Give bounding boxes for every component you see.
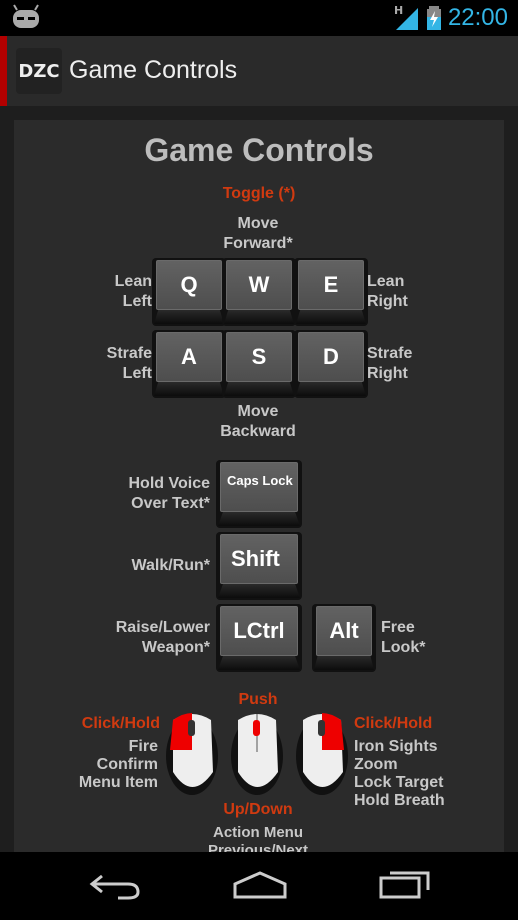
status-bar: H 22:00: [0, 0, 518, 36]
page-title: Game Controls: [144, 132, 374, 168]
recent-apps-icon[interactable]: [378, 868, 432, 900]
mouse-left-click-icon: [166, 713, 218, 795]
left-click-actions: Fire Confirm Menu Item: [78, 738, 158, 791]
back-icon[interactable]: [88, 872, 142, 900]
action-bar-marker: [0, 36, 7, 106]
key-d[interactable]: D: [294, 330, 368, 398]
key-q[interactable]: Q: [152, 258, 226, 326]
toggle-note: Toggle (*): [222, 185, 296, 202]
wheel-push-title: Push: [238, 691, 278, 708]
mouse-wheel-icon: [231, 714, 283, 795]
label-strafe-right: Strafe Right: [367, 345, 413, 382]
left-click-title: Click/Hold: [81, 715, 160, 732]
app-title: Game Controls: [69, 56, 238, 84]
key-s[interactable]: S: [222, 330, 296, 398]
label-free-look: Free Look*: [381, 619, 426, 656]
cyanogen-mascot-icon: [13, 4, 39, 28]
label-voice: Hold Voice Over Text*: [128, 475, 211, 512]
key-e[interactable]: E: [294, 258, 368, 326]
label-move-backward: Move Backward: [220, 403, 296, 440]
label-strafe-left: Strafe Left: [106, 345, 152, 382]
action-bar: DZC Game Controls: [0, 36, 518, 106]
key-caps-lock[interactable]: Caps Lock: [216, 460, 302, 528]
wheel-scroll-title: Up/Down: [223, 801, 293, 818]
signal-icon: [396, 8, 418, 30]
label-walk-run: Walk/Run*: [131, 557, 210, 574]
clock: 22:00: [447, 4, 508, 31]
label-lean-right: Lean Right: [367, 273, 408, 310]
label-move-forward: Move Forward*: [223, 215, 293, 252]
right-click-title: Click/Hold: [354, 715, 433, 732]
key-shift[interactable]: Shift: [216, 532, 302, 600]
battery-charging-icon: [427, 6, 441, 30]
mouse-right-click-icon: [296, 713, 348, 795]
key-lctrl[interactable]: LCtrl: [216, 604, 302, 672]
right-click-actions: Iron Sights Zoom Lock Target Hold Breath: [354, 738, 445, 809]
key-w[interactable]: W: [222, 258, 296, 326]
label-weapon: Raise/Lower Weapon*: [115, 619, 210, 656]
home-icon[interactable]: [232, 870, 288, 900]
navigation-bar: [0, 852, 518, 920]
app-logo[interactable]: DZC: [16, 48, 62, 94]
key-alt[interactable]: Alt: [312, 604, 376, 672]
label-lean-left: Lean Left: [114, 273, 152, 310]
key-a[interactable]: A: [152, 330, 226, 398]
